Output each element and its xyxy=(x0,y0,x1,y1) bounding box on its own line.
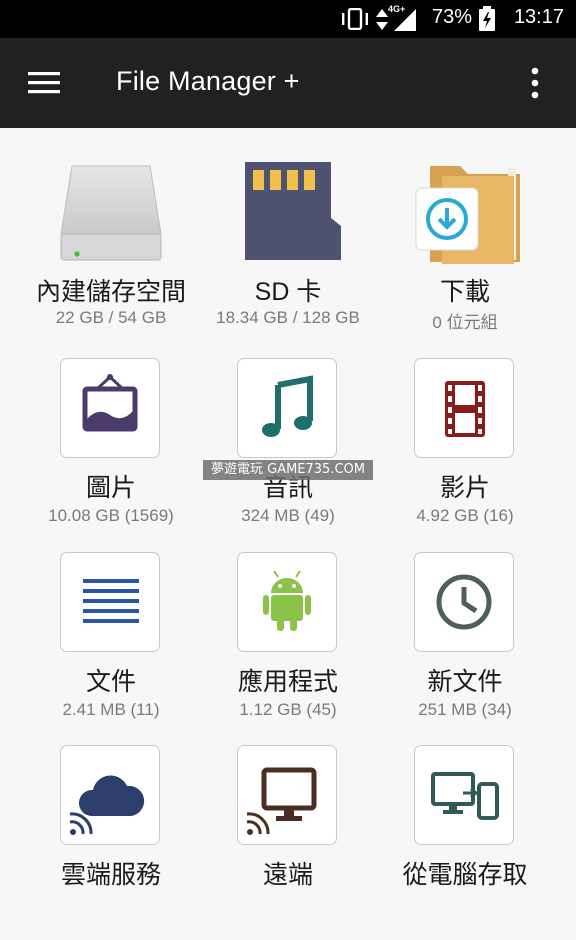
tile-subtitle: 2.41 MB (11) xyxy=(62,700,160,719)
tile-subtitle: 0 位元組 xyxy=(432,313,498,332)
icon-box xyxy=(414,552,514,652)
app-title: File Manager + xyxy=(116,66,300,96)
icon-box xyxy=(414,745,514,845)
tile-subtitle: 18.34 GB / 128 GB xyxy=(216,308,360,327)
icon-box xyxy=(237,552,337,652)
tile-subtitle: 324 MB (49) xyxy=(241,506,335,525)
sd-card-icon xyxy=(245,162,341,260)
tile-internal-storage[interactable]: 內建儲存空間 22 GB / 54 GB xyxy=(18,165,204,356)
tile-subtitle: 4.92 GB (16) xyxy=(416,506,514,525)
tile-pictures[interactable]: 圖片 10.08 GB (1569) xyxy=(18,358,204,548)
tile-subtitle: 251 MB (34) xyxy=(418,700,512,719)
music-note-icon xyxy=(262,375,313,437)
vibrate-icon xyxy=(342,8,368,30)
tile-label: 遠端 xyxy=(262,860,313,889)
film-strip-icon xyxy=(445,381,485,437)
more-vert-icon[interactable] xyxy=(512,60,558,106)
icon-box xyxy=(60,358,160,458)
battery-percent: 73% xyxy=(431,6,472,28)
tile-label: SD 卡 xyxy=(254,278,322,306)
tile-label: 影片 xyxy=(439,473,490,502)
tile-documents[interactable]: 文件 2.41 MB (11) xyxy=(18,552,204,742)
android-icon xyxy=(263,570,311,631)
tile-sd-card[interactable]: SD 卡 18.34 GB / 128 GB xyxy=(195,162,381,356)
icon-box xyxy=(237,358,337,458)
download-folder-icon xyxy=(415,166,520,264)
clock-time: 13:17 xyxy=(513,6,564,28)
icon-box xyxy=(60,552,160,652)
tile-label: 下載 xyxy=(439,277,490,306)
tile-remote[interactable]: 遠端 xyxy=(195,745,381,935)
tile-label: 雲端服務 xyxy=(60,860,161,889)
status-bar: 4G+ 73% 13:17 xyxy=(0,0,576,38)
tile-pc-access[interactable]: 從電腦存取 xyxy=(372,745,558,935)
tile-label: 文件 xyxy=(85,667,136,696)
icon-box xyxy=(237,745,337,845)
tile-label: 新文件 xyxy=(427,667,503,696)
tile-subtitle: 22 GB / 54 GB xyxy=(55,308,167,327)
tile-label: 圖片 xyxy=(85,473,136,502)
picture-frame-icon xyxy=(82,374,138,432)
hard-drive-icon xyxy=(60,165,162,261)
icon-box xyxy=(414,358,514,458)
tile-label: 從電腦存取 xyxy=(402,860,528,889)
tile-apps[interactable]: 應用程式 1.12 GB (45) xyxy=(195,552,381,742)
clock-icon xyxy=(436,574,492,630)
tile-subtitle: 1.12 GB (45) xyxy=(239,700,337,719)
document-lines-icon xyxy=(83,579,139,623)
tile-downloads[interactable]: 下載 0 位元組 xyxy=(372,166,558,356)
tile-subtitle: 10.08 GB (1569) xyxy=(48,506,174,525)
tile-videos[interactable]: 影片 4.92 GB (16) xyxy=(372,358,558,548)
tile-label: 內建儲存空間 xyxy=(35,277,186,306)
hamburger-menu-icon[interactable] xyxy=(18,60,64,106)
remote-monitor-icon xyxy=(246,767,317,835)
cloud-icon xyxy=(69,775,145,835)
pc-to-phone-icon xyxy=(431,772,499,820)
tile-audio[interactable]: 音訊 324 MB (49) xyxy=(195,358,381,548)
tile-label: 應用程式 xyxy=(237,667,338,696)
watermark: 夢遊電玩 GAME735.COM xyxy=(203,460,373,480)
signal-icon xyxy=(394,9,416,31)
icon-box xyxy=(60,745,160,845)
tile-recent-files[interactable]: 新文件 251 MB (34) xyxy=(372,552,558,742)
data-arrows-icon xyxy=(376,9,388,30)
app-bar: File Manager + xyxy=(0,38,576,128)
tile-cloud[interactable]: 雲端服務 xyxy=(18,745,204,935)
battery-charging-icon xyxy=(479,6,495,31)
